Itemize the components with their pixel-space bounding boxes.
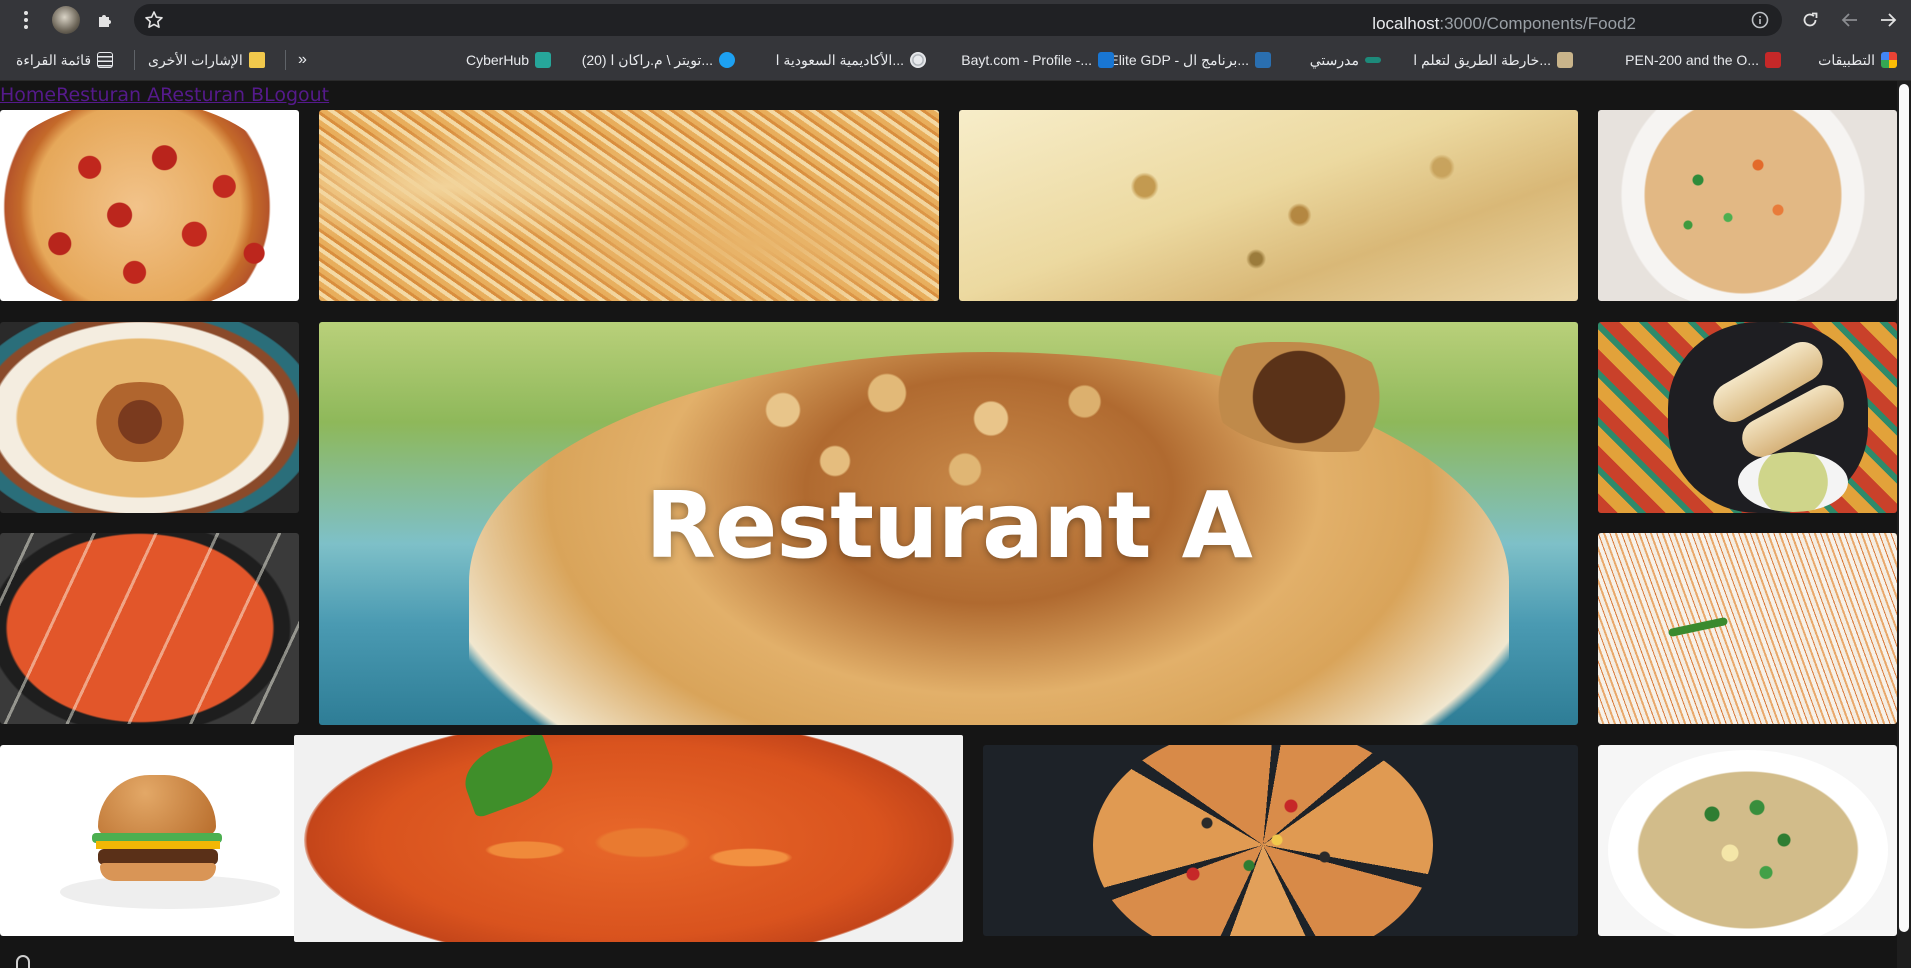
bookmark-label: الأكاديمية السعودية ا...: [775, 52, 904, 68]
browser-chrome: localhost:3000/Components/Food2 التطبيقا…: [0, 0, 1911, 81]
back-icon[interactable]: [1838, 8, 1862, 32]
nav-links: HomeResturan AResturan BLogout: [0, 84, 329, 106]
bookmark-saudi-academy[interactable]: الأكاديمية السعودية ا...: [776, 48, 926, 72]
pen200-icon: [1765, 52, 1781, 68]
url-text[interactable]: localhost:3000/Components/Food2: [1372, 8, 1636, 40]
bookmarks-divider: [134, 50, 135, 70]
bookmark-cyberhub[interactable]: CyberHub: [466, 48, 551, 72]
other-bookmarks-label: الإشارات الأخرى: [148, 52, 243, 68]
cyberhub-icon: [535, 52, 551, 68]
vegetable-fried-rice-image: [1598, 110, 1897, 301]
nav-link-resturan-a[interactable]: Resturan A: [56, 84, 160, 106]
apps-grid-icon: [1881, 52, 1897, 68]
bookmark-label: Elite GDP - برنامج ال...: [1109, 52, 1249, 68]
bookmark-madrasati[interactable]: مدرستي: [1310, 48, 1381, 72]
reading-list[interactable]: قائمة القراءة: [16, 48, 114, 72]
bookmark-label: مدرستي: [1309, 52, 1359, 68]
twitter-icon: [719, 52, 735, 68]
page-scrollbar[interactable]: [1897, 81, 1911, 968]
forward-icon[interactable]: [1876, 8, 1900, 32]
url-path: :3000/Components/Food2: [1439, 14, 1636, 33]
other-bookmarks[interactable]: الإشارات الأخرى: [148, 48, 265, 72]
bookmarks-divider: [285, 50, 286, 70]
oyster-biryani-image: [319, 110, 939, 301]
bookmark-star-icon[interactable]: [142, 8, 166, 32]
menu-dots-icon[interactable]: [14, 8, 38, 32]
url-host: localhost: [1372, 14, 1440, 33]
butter-chicken-bowl-image: [0, 533, 299, 724]
site-info-icon[interactable]: [1748, 8, 1772, 32]
saffron-rice-image: [1598, 533, 1897, 724]
nav-link-resturan-b[interactable]: Resturan B: [160, 84, 264, 106]
lamb-biryani-hero: Resturant A: [319, 322, 1578, 725]
hero-title: Resturant A: [645, 472, 1253, 579]
bookmark-label: PEN-200 and the O...: [1625, 52, 1759, 68]
bookmark-label: CyberHub: [465, 52, 529, 68]
bookmark-roadmap[interactable]: خارطة الطريق لتعلم ا...: [1413, 48, 1573, 72]
cheeseburger-image: [0, 745, 299, 936]
scrollbar-thumb[interactable]: [1899, 84, 1909, 932]
egg-fried-rice-image: [1598, 745, 1897, 936]
bookmark-label: التطبيقات: [1818, 52, 1875, 68]
address-bar[interactable]: localhost:3000/Components/Food2: [134, 4, 1782, 36]
bookmark-elite-gdp[interactable]: Elite GDP - برنامج ال...: [1109, 48, 1271, 72]
nav-link-home[interactable]: Home: [0, 84, 56, 106]
bookmark-bayt[interactable]: Bayt.com - Profile -...: [961, 48, 1114, 72]
roadmap-icon: [1557, 52, 1573, 68]
reading-list-label: قائمة القراءة: [16, 52, 92, 68]
folder-icon: [248, 52, 265, 68]
bookmark-pen200[interactable]: PEN-200 and the O...: [1625, 48, 1781, 72]
reading-list-icon: [97, 52, 114, 68]
bookmark-apps[interactable]: التطبيقات: [1818, 48, 1897, 72]
bookmark-twitter[interactable]: (20) تويتر \ م.راكان ا...: [582, 48, 735, 72]
butter-chicken-closeup-image: [294, 735, 963, 942]
browser-toolbar: localhost:3000/Components/Food2: [0, 0, 1911, 40]
globe-icon: [910, 52, 926, 68]
madrasati-icon: [1365, 57, 1381, 63]
profile-avatar-icon[interactable]: [52, 6, 80, 34]
reload-icon[interactable]: [1798, 8, 1822, 32]
stuffed-flatbread-image: [959, 110, 1578, 301]
page-content: Resturant A HomeResturan AResturan BLogo…: [0, 81, 1911, 968]
partial-glyph-icon: [16, 955, 30, 968]
bookmarks-overflow-button[interactable]: »: [298, 48, 307, 72]
dosa-chutney-image: [1598, 322, 1897, 513]
chicken-biryani-plate-image: [0, 322, 299, 513]
pepperoni-pizza-image: [0, 110, 299, 301]
bookmark-label: خارطة الطريق لتعلم ا...: [1413, 52, 1551, 68]
bayt-icon: [1098, 52, 1114, 68]
bookmark-label: Bayt.com - Profile -...: [961, 52, 1092, 68]
nav-link-logout[interactable]: Logout: [264, 84, 329, 106]
extensions-icon[interactable]: [94, 8, 118, 32]
bookmark-label: (20) تويتر \ م.راكان ا...: [581, 52, 713, 68]
sliced-pizza-dark-image: [983, 745, 1578, 936]
elite-gdp-icon: [1255, 52, 1271, 68]
bookmarks-bar: التطبيقات PEN-200 and the O... خارطة الط…: [0, 40, 1911, 81]
